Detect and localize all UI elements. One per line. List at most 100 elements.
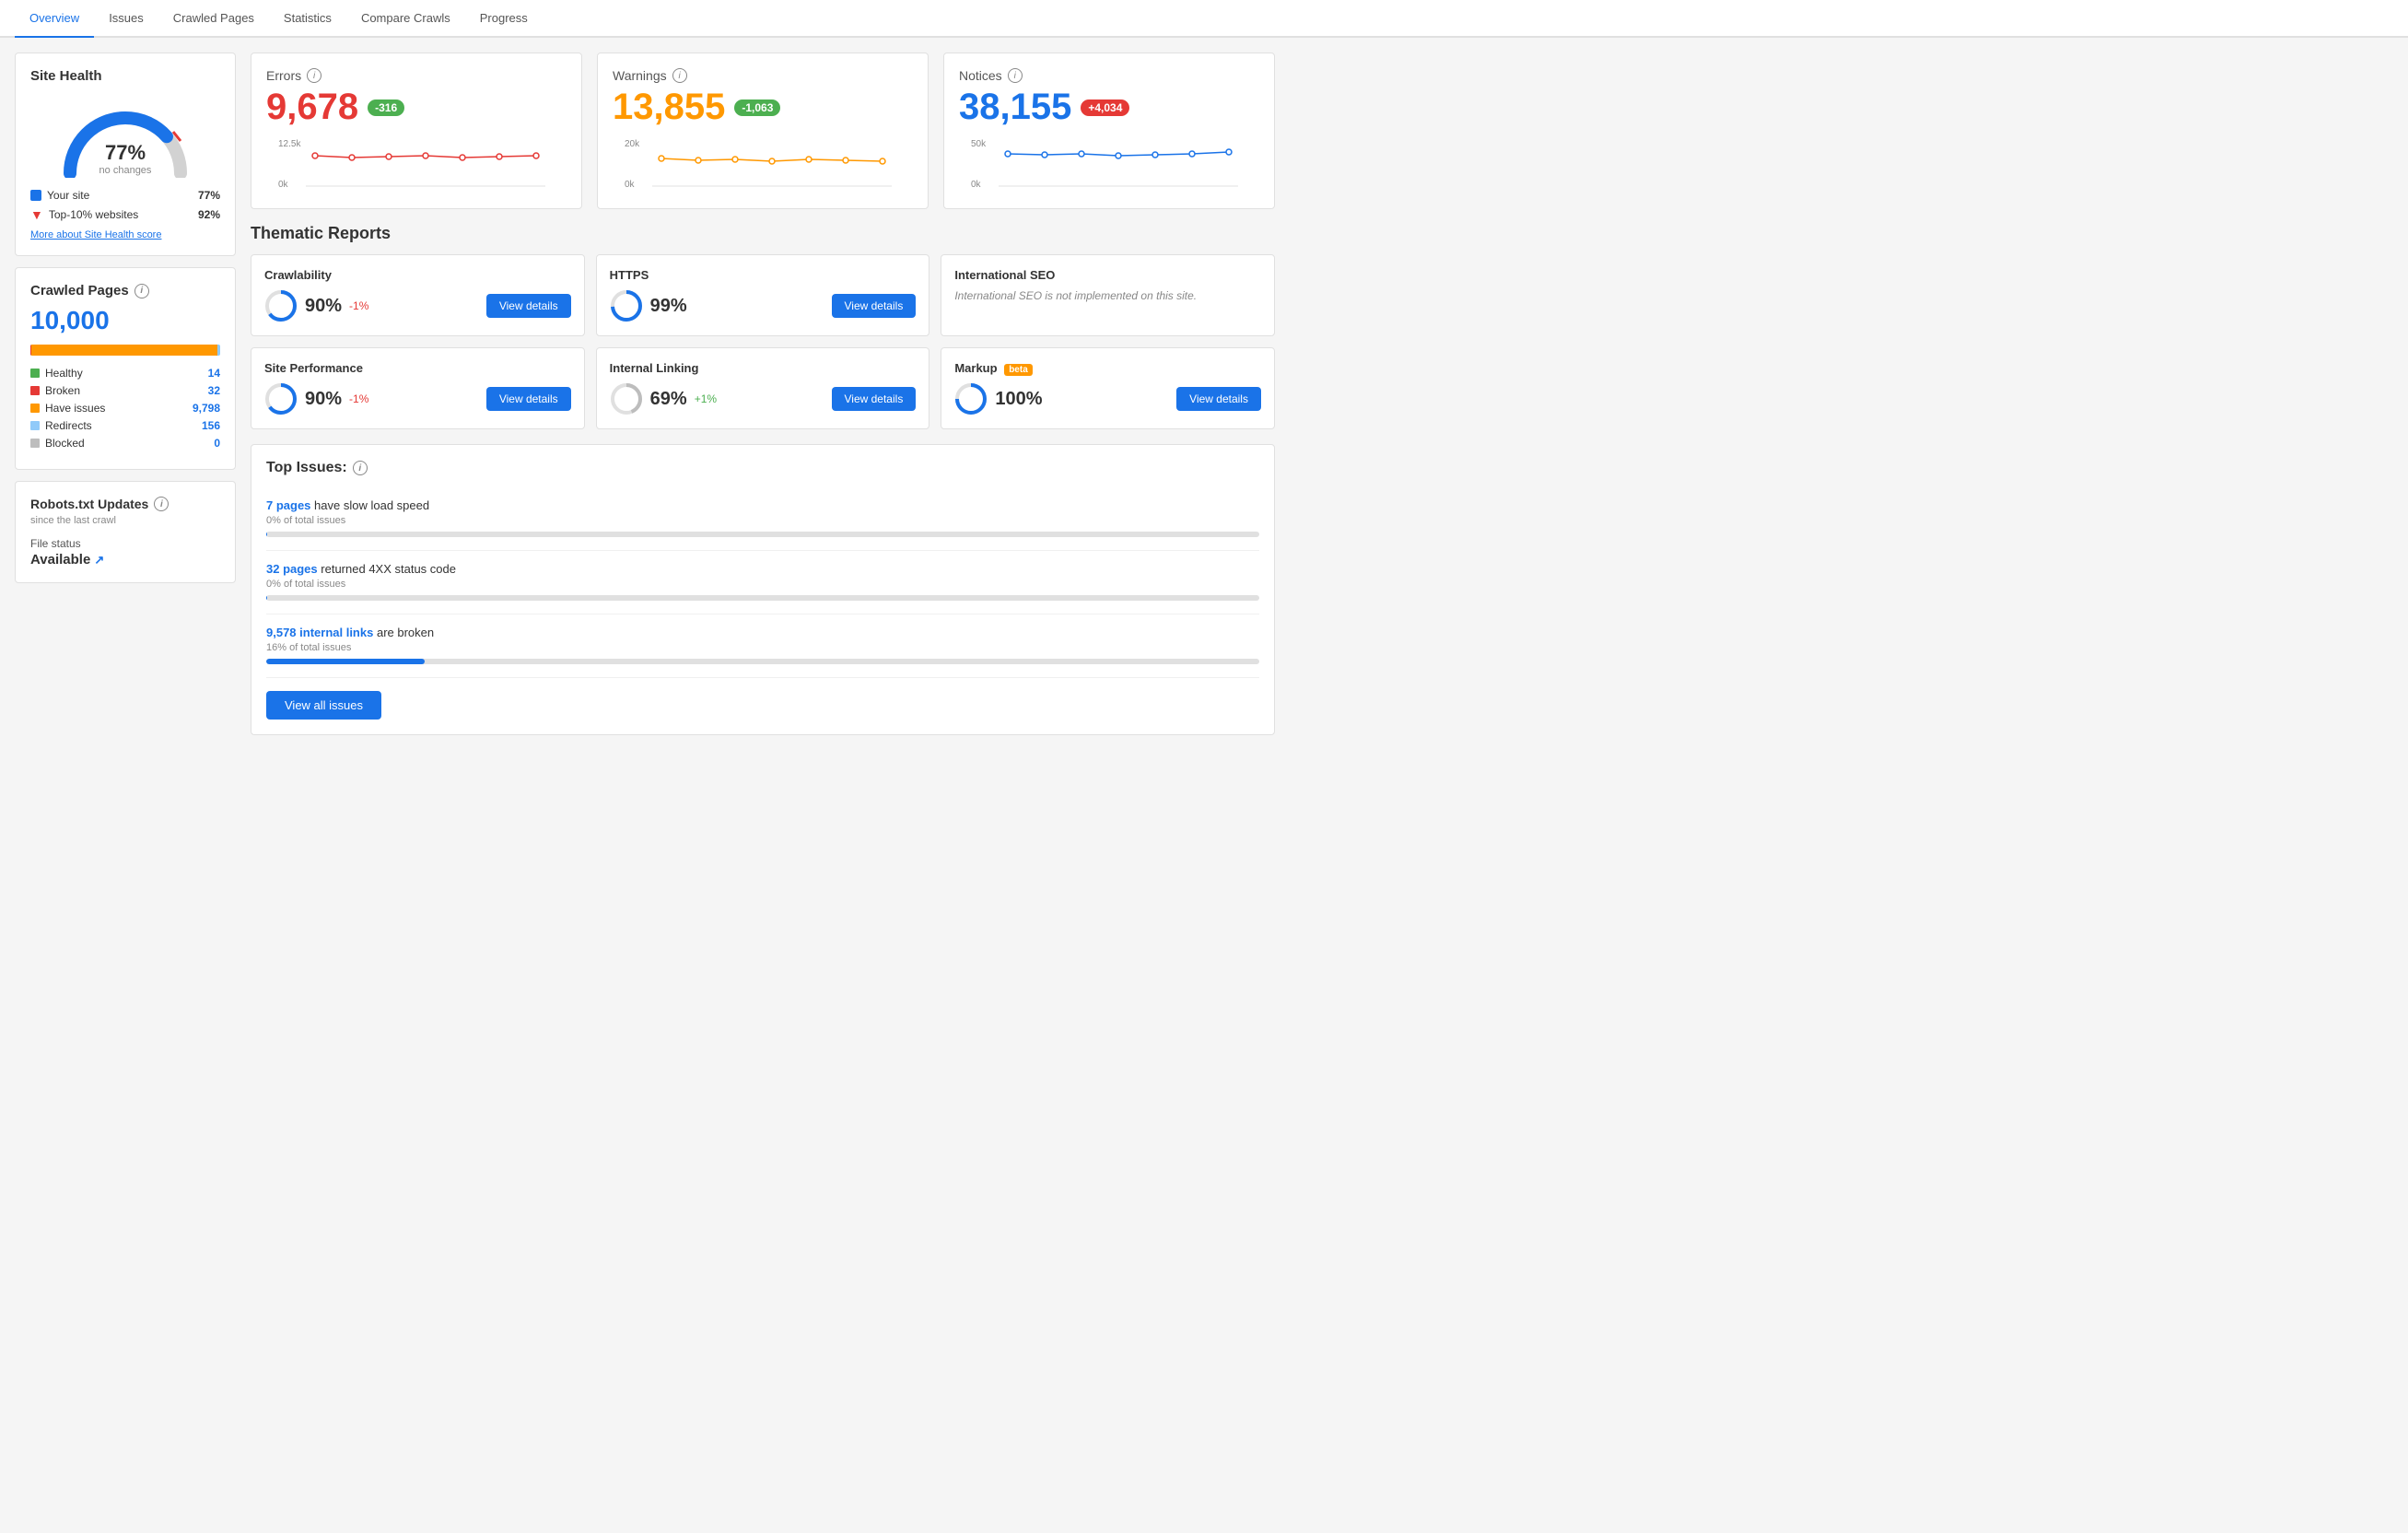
reports-grid: Crawlability 90% -1% View details HTTPS bbox=[251, 254, 1275, 429]
issue-slow-load: 7 pages have slow load speed 0% of total… bbox=[266, 487, 1259, 551]
dot-healthy bbox=[30, 369, 40, 378]
report-markup: Markup beta 100% View details bbox=[941, 347, 1275, 429]
crawlability-donut bbox=[264, 289, 298, 322]
your-site-label: Your site bbox=[47, 189, 89, 202]
markup-row: 100% View details bbox=[954, 382, 1261, 415]
issue-slow-load-bar bbox=[266, 532, 1259, 537]
crawlability-score: 90% -1% bbox=[264, 289, 368, 322]
internal-linking-change: +1% bbox=[695, 392, 717, 405]
warnings-value: 13,855 -1,063 bbox=[613, 87, 913, 128]
metrics-row: Errors i 9,678 -316 12.5k 0k bbox=[251, 53, 1275, 209]
warnings-info-icon[interactable]: i bbox=[672, 68, 687, 83]
https-view-btn[interactable]: View details bbox=[832, 294, 917, 318]
notices-chart: 50k 0k bbox=[959, 135, 1259, 191]
svg-text:50k: 50k bbox=[971, 139, 987, 149]
dot-blocked bbox=[30, 439, 40, 448]
site-perf-change: -1% bbox=[349, 392, 368, 405]
warnings-chart: 20k 0k bbox=[613, 135, 913, 191]
crawled-info-icon[interactable]: i bbox=[134, 284, 149, 298]
top-issues-info-icon[interactable]: i bbox=[353, 461, 368, 475]
tab-issues[interactable]: Issues bbox=[94, 0, 158, 38]
top10-arrow-icon: ▼ bbox=[30, 207, 43, 222]
view-all-issues-button[interactable]: View all issues bbox=[266, 691, 381, 720]
markup-title: Markup beta bbox=[954, 361, 1261, 375]
crawled-pages-title: Crawled Pages i bbox=[30, 283, 220, 298]
errors-card: Errors i 9,678 -316 12.5k 0k bbox=[251, 53, 582, 209]
your-site-dot bbox=[30, 190, 41, 201]
notices-info-icon[interactable]: i bbox=[1008, 68, 1023, 83]
errors-value: 9,678 -316 bbox=[266, 87, 567, 128]
internal-linking-score: 69% +1% bbox=[610, 382, 717, 415]
redirects-count: 156 bbox=[202, 419, 220, 432]
issue-4xx-bar bbox=[266, 595, 1259, 601]
issue-4xx-link[interactable]: 32 pages bbox=[266, 562, 318, 576]
robots-info-icon[interactable]: i bbox=[154, 497, 169, 511]
warnings-badge: -1,063 bbox=[734, 99, 780, 116]
crawlability-change: -1% bbox=[349, 299, 368, 312]
tab-overview[interactable]: Overview bbox=[15, 0, 94, 38]
dot-broken bbox=[30, 386, 40, 395]
top10-val: 92% bbox=[198, 208, 220, 221]
legend-top10: ▼ Top-10% websites 92% bbox=[30, 207, 220, 222]
issue-broken-links-text: 9,578 internal links are broken bbox=[266, 626, 1259, 639]
issue-4xx-pct: 0% of total issues bbox=[266, 579, 1259, 590]
main-content: Errors i 9,678 -316 12.5k 0k bbox=[251, 53, 1275, 735]
gauge-sublabel: no changes bbox=[30, 165, 220, 176]
report-crawlability: Crawlability 90% -1% View details bbox=[251, 254, 585, 336]
crawled-pages-card: Crawled Pages i 10,000 Healthy 14 Broken… bbox=[15, 267, 236, 470]
https-title: HTTPS bbox=[610, 268, 917, 282]
issue-broken-links-link[interactable]: 9,578 internal links bbox=[266, 626, 373, 639]
svg-text:20k: 20k bbox=[625, 139, 640, 149]
tab-progress[interactable]: Progress bbox=[465, 0, 543, 38]
crawled-count: 10,000 bbox=[30, 306, 220, 335]
crawlability-val: 90% bbox=[305, 296, 342, 317]
site-perf-view-btn[interactable]: View details bbox=[486, 387, 571, 411]
intl-seo-title: International SEO bbox=[954, 268, 1261, 282]
broken-count: 32 bbox=[208, 384, 220, 397]
more-about-health-link[interactable]: More about Site Health score bbox=[30, 229, 220, 240]
issue-broken-links: 9,578 internal links are broken 16% of t… bbox=[266, 614, 1259, 678]
stat-blocked: Blocked 0 bbox=[30, 437, 220, 450]
svg-text:0k: 0k bbox=[278, 180, 289, 190]
tab-compare-crawls[interactable]: Compare Crawls bbox=[346, 0, 465, 38]
internal-linking-title: Internal Linking bbox=[610, 361, 917, 375]
internal-linking-view-btn[interactable]: View details bbox=[832, 387, 917, 411]
report-internal-linking: Internal Linking 69% +1% View details bbox=[596, 347, 930, 429]
issue-4xx-fill bbox=[266, 595, 267, 601]
top10-label: Top-10% websites bbox=[49, 208, 138, 221]
issue-broken-links-pct: 16% of total issues bbox=[266, 642, 1259, 653]
dot-issues bbox=[30, 404, 40, 413]
issue-broken-links-bar bbox=[266, 659, 1259, 664]
issue-slow-load-text: 7 pages have slow load speed bbox=[266, 498, 1259, 512]
issue-4xx-text: 32 pages returned 4XX status code bbox=[266, 562, 1259, 576]
legend-your-site: Your site 77% bbox=[30, 189, 220, 202]
healthy-count: 14 bbox=[208, 367, 220, 380]
crawlability-row: 90% -1% View details bbox=[264, 289, 571, 322]
crawlability-view-btn[interactable]: View details bbox=[486, 294, 571, 318]
site-health-title: Site Health bbox=[30, 68, 220, 84]
errors-chart: 12.5k 0k bbox=[266, 135, 567, 191]
issue-broken-links-fill bbox=[266, 659, 425, 664]
errors-info-icon[interactable]: i bbox=[307, 68, 321, 83]
bar-issues bbox=[31, 345, 217, 356]
sidebar: Site Health 77% no changes bbox=[15, 53, 236, 735]
site-perf-title: Site Performance bbox=[264, 361, 571, 375]
issue-slow-load-fill bbox=[266, 532, 267, 537]
issue-slow-load-link[interactable]: 7 pages bbox=[266, 498, 310, 512]
errors-title: Errors i bbox=[266, 68, 567, 83]
notices-value: 38,155 +4,034 bbox=[959, 87, 1259, 128]
beta-badge: beta bbox=[1004, 364, 1033, 376]
file-status-label: File status bbox=[30, 537, 220, 550]
gauge-percent: 77% bbox=[30, 141, 220, 165]
tab-crawled-pages[interactable]: Crawled Pages bbox=[158, 0, 269, 38]
markup-score: 100% bbox=[954, 382, 1042, 415]
intl-seo-na: International SEO is not implemented on … bbox=[954, 289, 1261, 302]
stat-healthy: Healthy 14 bbox=[30, 367, 220, 380]
issues-count: 9,798 bbox=[193, 402, 220, 415]
robots-title: Robots.txt Updates i bbox=[30, 497, 220, 511]
notices-badge: +4,034 bbox=[1081, 99, 1129, 116]
markup-view-btn[interactable]: View details bbox=[1176, 387, 1261, 411]
markup-donut bbox=[954, 382, 988, 415]
tab-statistics[interactable]: Statistics bbox=[269, 0, 346, 38]
robots-external-link-icon[interactable]: ↗ bbox=[94, 553, 104, 568]
